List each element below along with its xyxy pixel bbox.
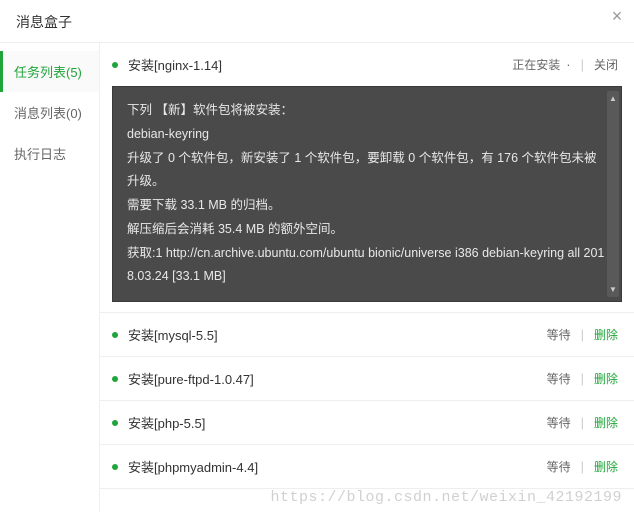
task-title: 安装[pure-ftpd-1.0.47]	[128, 369, 547, 388]
task-head: 安装[mysql-5.5] 等待 | 删除	[100, 313, 634, 356]
modal-header: 消息盒子 ×	[0, 0, 634, 43]
sidebar-item-label: 执行日志	[14, 147, 66, 162]
sidebar-item-label: 任务列表(5)	[14, 65, 82, 80]
task-status: 等待	[547, 414, 571, 431]
task-title: 安装[nginx-1.14]	[128, 55, 512, 74]
console-line: 解压缩后会消耗 35.4 MB 的额外空间。	[127, 218, 607, 242]
sidebar-tab-logs[interactable]: 执行日志	[0, 133, 99, 174]
console-output: 下列 【新】软件包将被安装： debian-keyring 升级了 0 个软件包…	[112, 86, 622, 302]
status-dot-icon	[112, 62, 118, 68]
separator: |	[577, 415, 588, 430]
task-row: 安装[mysql-5.5] 等待 | 删除	[100, 313, 634, 357]
close-task-link[interactable]: 关闭	[594, 56, 618, 73]
task-head: 安装[phpmyadmin-4.4] 等待 | 删除	[100, 445, 634, 488]
status-dot-icon	[112, 332, 118, 338]
task-row: 安装[phpmyadmin-4.4] 等待 | 删除	[100, 445, 634, 489]
console-line: 升级了 0 个软件包，新安装了 1 个软件包，要卸载 0 个软件包，有 176 …	[127, 147, 607, 195]
separator: |	[577, 327, 588, 342]
task-row: 安装[php-5.5] 等待 | 删除	[100, 401, 634, 445]
separator: |	[577, 459, 588, 474]
separator: |	[577, 57, 588, 72]
task-title: 安装[mysql-5.5]	[128, 325, 547, 344]
main-panel: 安装[nginx-1.14] 正在安装 · | 关闭 下列 【新】软件包将被安装…	[100, 43, 634, 512]
delete-task-link[interactable]: 删除	[594, 414, 618, 431]
task-row: 安装[nginx-1.14] 正在安装 · | 关闭 下列 【新】软件包将被安装…	[100, 43, 634, 313]
sidebar-tab-tasks[interactable]: 任务列表(5)	[0, 51, 99, 92]
delete-task-link[interactable]: 删除	[594, 458, 618, 475]
task-status: 正在安装	[512, 56, 560, 73]
task-head: 安装[php-5.5] 等待 | 删除	[100, 401, 634, 444]
task-head: 安装[nginx-1.14] 正在安装 · | 关闭	[100, 43, 634, 86]
task-row: 安装[pure-ftpd-1.0.47] 等待 | 删除	[100, 357, 634, 401]
task-head: 安装[pure-ftpd-1.0.47] 等待 | 删除	[100, 357, 634, 400]
console-line: 需要下载 33.1 MB 的归档。	[127, 194, 607, 218]
status-dot-icon	[112, 464, 118, 470]
close-icon[interactable]: ×	[608, 8, 626, 26]
sidebar: 任务列表(5) 消息列表(0) 执行日志	[0, 43, 100, 512]
task-title: 安装[php-5.5]	[128, 413, 547, 432]
delete-task-link[interactable]: 删除	[594, 326, 618, 343]
separator: |	[577, 371, 588, 386]
scrollbar[interactable]	[607, 91, 619, 297]
console-line: 获取:1 http://cn.archive.ubuntu.com/ubuntu…	[127, 242, 607, 290]
task-status: 等待	[547, 370, 571, 387]
modal-title: 消息盒子	[16, 14, 72, 30]
status-dot-icon	[112, 420, 118, 426]
status-dot-icon	[112, 376, 118, 382]
delete-task-link[interactable]: 删除	[594, 370, 618, 387]
sidebar-item-label: 消息列表(0)	[14, 106, 82, 121]
task-title: 安装[phpmyadmin-4.4]	[128, 457, 547, 476]
ellipsis-icon: ·	[566, 57, 570, 72]
task-status: 等待	[547, 458, 571, 475]
sidebar-tab-messages[interactable]: 消息列表(0)	[0, 92, 99, 133]
console-line: 下列 【新】软件包将被安装：	[127, 99, 607, 123]
task-status: 等待	[547, 326, 571, 343]
console-line: debian-keyring	[127, 123, 607, 147]
